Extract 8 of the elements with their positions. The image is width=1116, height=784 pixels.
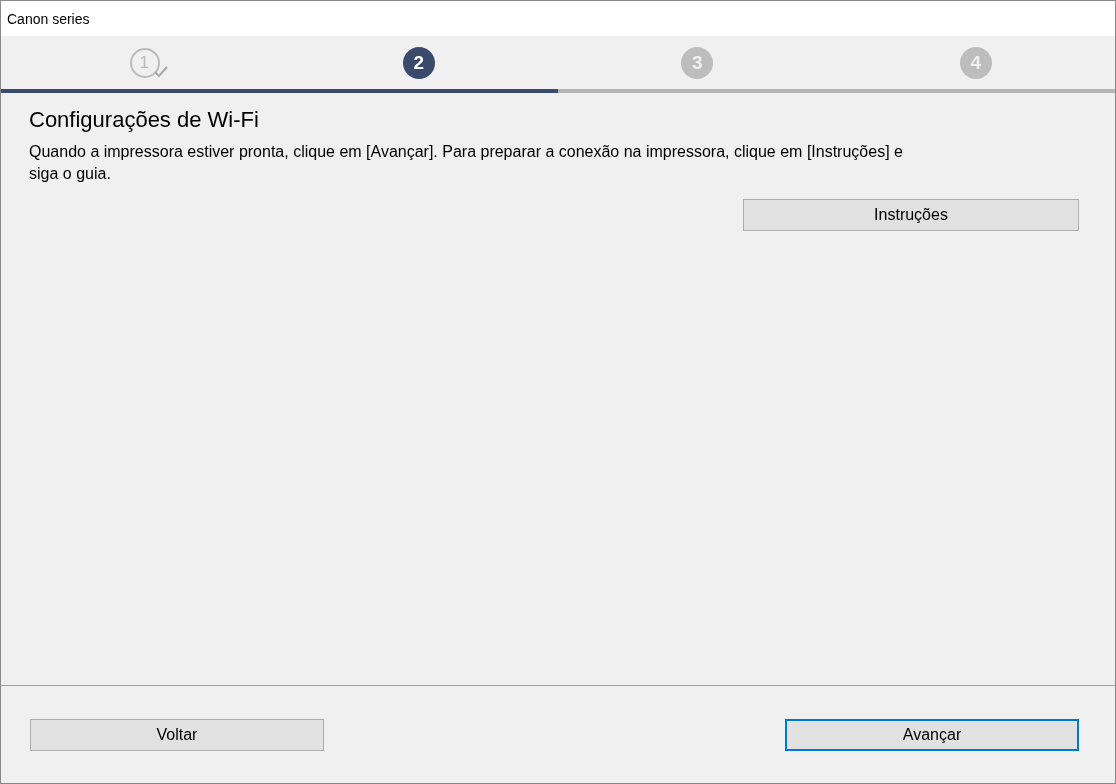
instructions-button[interactable]: Instruções [743,199,1079,231]
section-heading: Configurações de Wi-Fi [29,107,260,133]
back-button[interactable]: Voltar [30,718,324,751]
description-text: Quando a impressora estiver pronta, clique em [Avançar]. Para preparar a conexão na impressora, clique em [Instruções] e siga o guia. [29,142,904,184]
window-title: Canon series [7,10,90,27]
step-indicator: 2 [402,46,435,79]
check-icon [154,65,169,78]
next-button[interactable]: Avançar [785,718,1079,751]
